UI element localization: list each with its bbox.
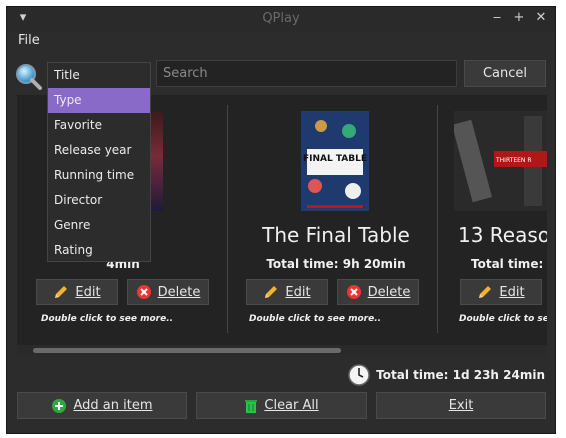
close-icon[interactable]: ✕ [533,10,549,26]
edit-button[interactable]: Edit [246,279,328,305]
search-icon[interactable] [15,63,43,91]
movie-card[interactable]: THIRTEEN R 13 Reaso Total time: Edit Dou… [441,95,547,335]
filter-option-running-time[interactable]: Running time [48,163,150,188]
scrollbar-thumb[interactable] [33,348,341,353]
double-click-hint: Double click to see more [459,314,547,324]
double-click-hint: Double click to see more.. [41,314,174,324]
menu-file[interactable]: File [18,33,40,48]
movie-total-time: Total time: 9h 20min [266,257,406,271]
total-time-label: Total time: 1d 23h 24min [376,368,545,382]
card-separator [437,105,438,333]
horizontal-scrollbar[interactable] [17,345,547,355]
exit-button[interactable]: Exit [376,392,546,419]
delete-icon [136,285,151,299]
search-input[interactable] [157,61,456,86]
poster-image: THIRTEEN R [454,111,547,211]
total-time-summary: Total time: 1d 23h 24min [348,364,545,386]
cancel-button[interactable]: Cancel [464,60,546,87]
movie-title: 13 Reaso [458,223,547,247]
edit-button[interactable]: Edit [460,279,542,305]
svg-text:FINAL TABLE: FINAL TABLE [303,154,367,164]
menu-bar: File [7,31,555,51]
pencil-icon [55,286,68,298]
plus-circle-icon [52,398,67,413]
filter-option-type[interactable]: Type [48,88,150,113]
window-title: QPlay [262,11,300,26]
filter-option-rating[interactable]: Rating [48,238,150,263]
add-item-button[interactable]: Add an item [17,392,187,419]
pencil-icon [479,286,492,298]
svg-text:THIRTEEN R: THIRTEEN R [495,157,532,164]
double-click-hint: Double click to see more.. [249,314,382,324]
card-separator [227,105,228,333]
filter-option-title[interactable]: Title [48,63,150,88]
title-bar: ▾ QPlay ‒ + ✕ [7,7,555,31]
delete-icon [346,285,361,299]
poster-image: FINAL TABLE [301,111,369,211]
filter-dropdown: Title Type Favorite Release year Running… [47,62,151,262]
delete-button[interactable]: Delete [127,279,209,305]
search-input-container [156,60,457,87]
clear-all-button[interactable]: Clear All [196,392,367,419]
movie-card[interactable]: FINAL TABLE The Final Table Total time: … [231,95,441,335]
pencil-icon [265,286,278,298]
maximize-icon[interactable]: + [511,10,527,26]
filter-option-favorite[interactable]: Favorite [48,113,150,138]
clock-icon [348,364,370,386]
filter-option-director[interactable]: Director [48,188,150,213]
filter-option-genre[interactable]: Genre [48,213,150,238]
delete-button[interactable]: Delete [337,279,419,305]
minimize-icon[interactable]: ‒ [489,10,505,26]
edit-button[interactable]: Edit [36,279,118,305]
movie-title: The Final Table [262,223,410,247]
app-window: ▾ QPlay ‒ + ✕ File Cancel ion 4min Edit [6,6,556,434]
trash-icon [245,399,258,413]
movie-total-time: Total time: [471,257,544,271]
filter-option-release-year[interactable]: Release year [48,138,150,163]
